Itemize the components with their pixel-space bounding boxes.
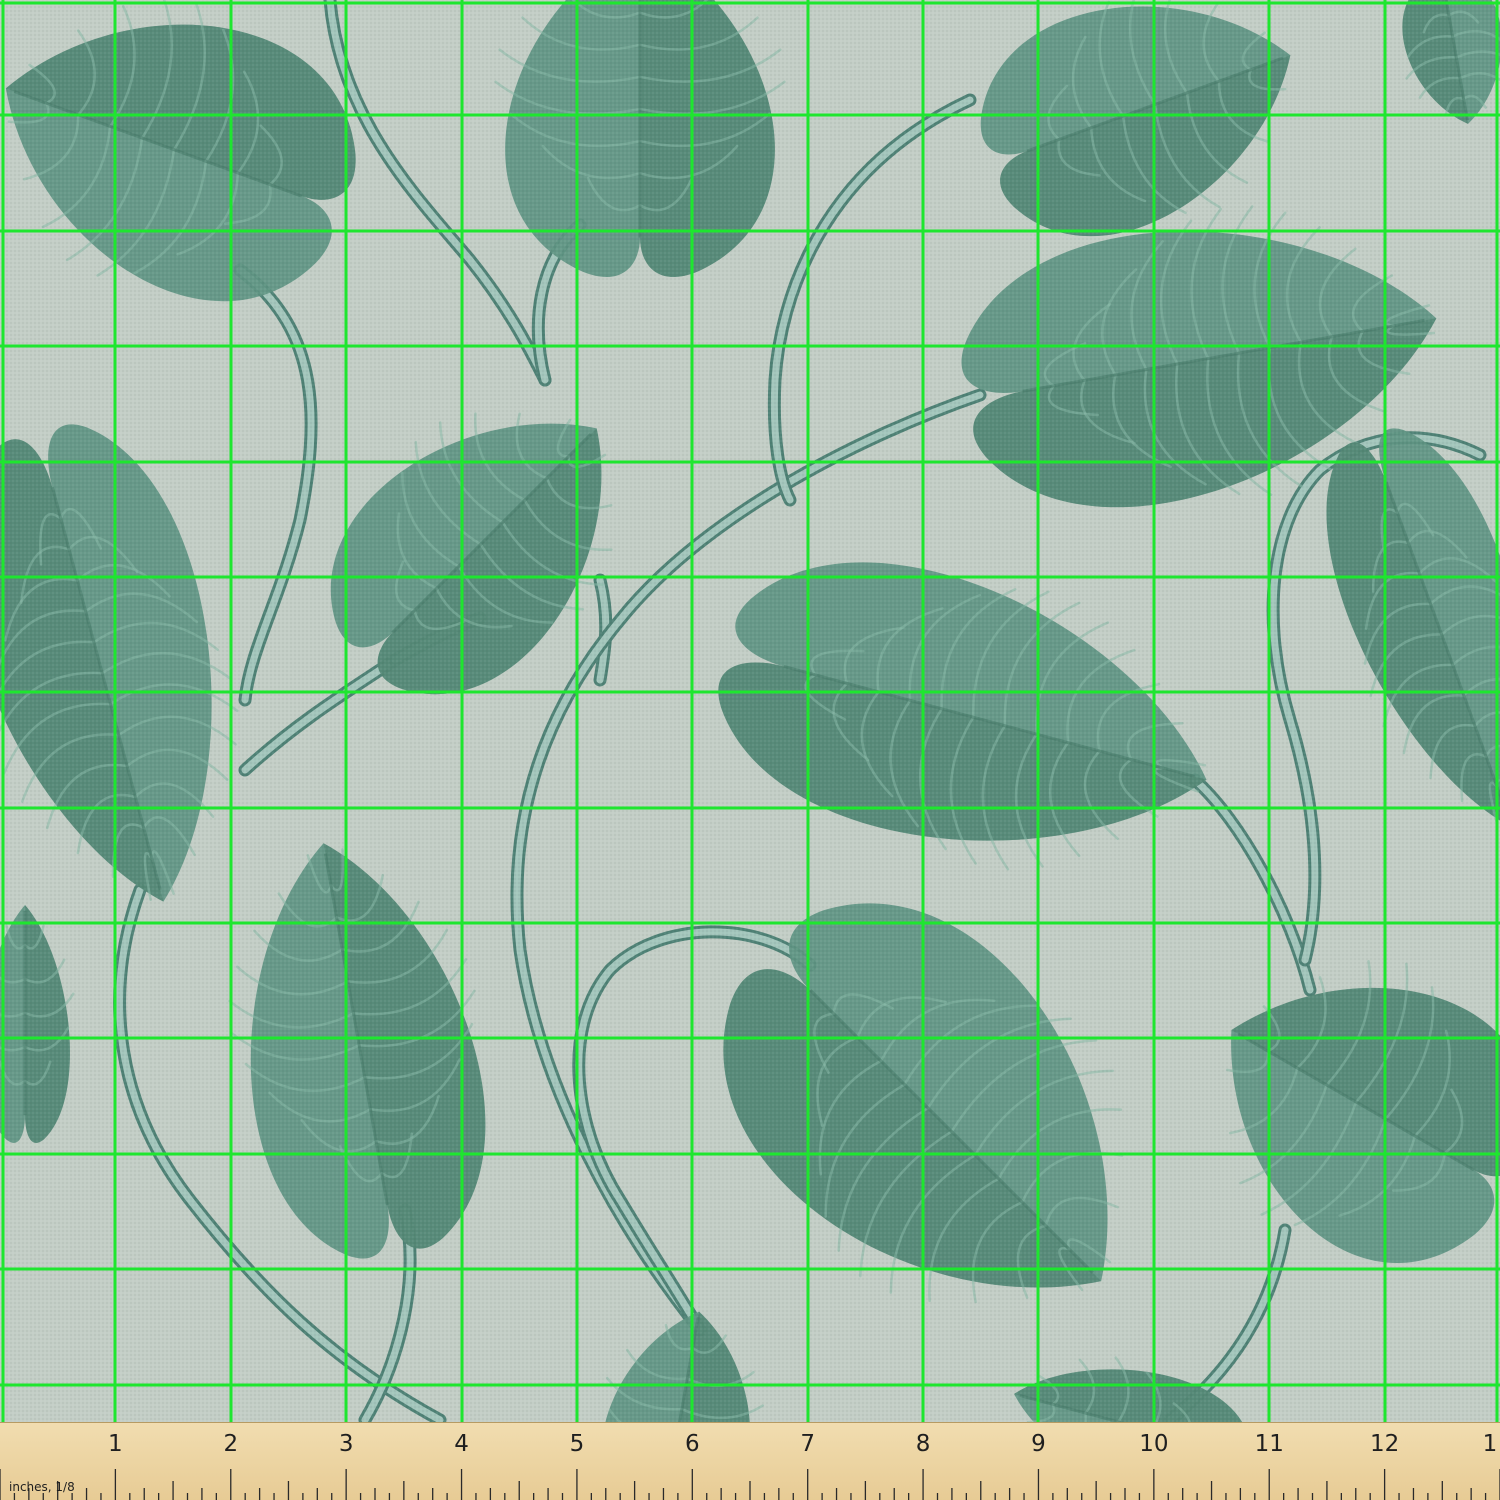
ruler-number: 8 bbox=[915, 1431, 931, 1457]
ruler-number: 1 bbox=[108, 1431, 123, 1457]
ruler-number: 3 bbox=[338, 1431, 354, 1457]
leaf-pattern-fabric bbox=[0, 0, 1500, 1500]
fabric-swatch-preview: 1 2 3 4 5 6 7 8 9 10 11 12 1 inches, 1/8 bbox=[0, 0, 1500, 1500]
ruler-number: 10 bbox=[1139, 1431, 1169, 1457]
ruler-number: 6 bbox=[684, 1431, 700, 1457]
ruler-number: 9 bbox=[1031, 1431, 1046, 1457]
ruler-number: 2 bbox=[223, 1431, 239, 1457]
ruler-unit-label: inches, 1/8 bbox=[9, 1480, 75, 1494]
ruler-number: 11 bbox=[1254, 1431, 1284, 1457]
ruler-number: 7 bbox=[800, 1431, 815, 1457]
inch-ruler: 1 2 3 4 5 6 7 8 9 10 11 12 1 inches, 1/8 bbox=[0, 1422, 1500, 1500]
ruler-number: 1 bbox=[1482, 1431, 1498, 1457]
ruler-number: 12 bbox=[1369, 1431, 1400, 1457]
ruler-number: 4 bbox=[454, 1431, 469, 1457]
ruler-number: 5 bbox=[569, 1431, 585, 1457]
